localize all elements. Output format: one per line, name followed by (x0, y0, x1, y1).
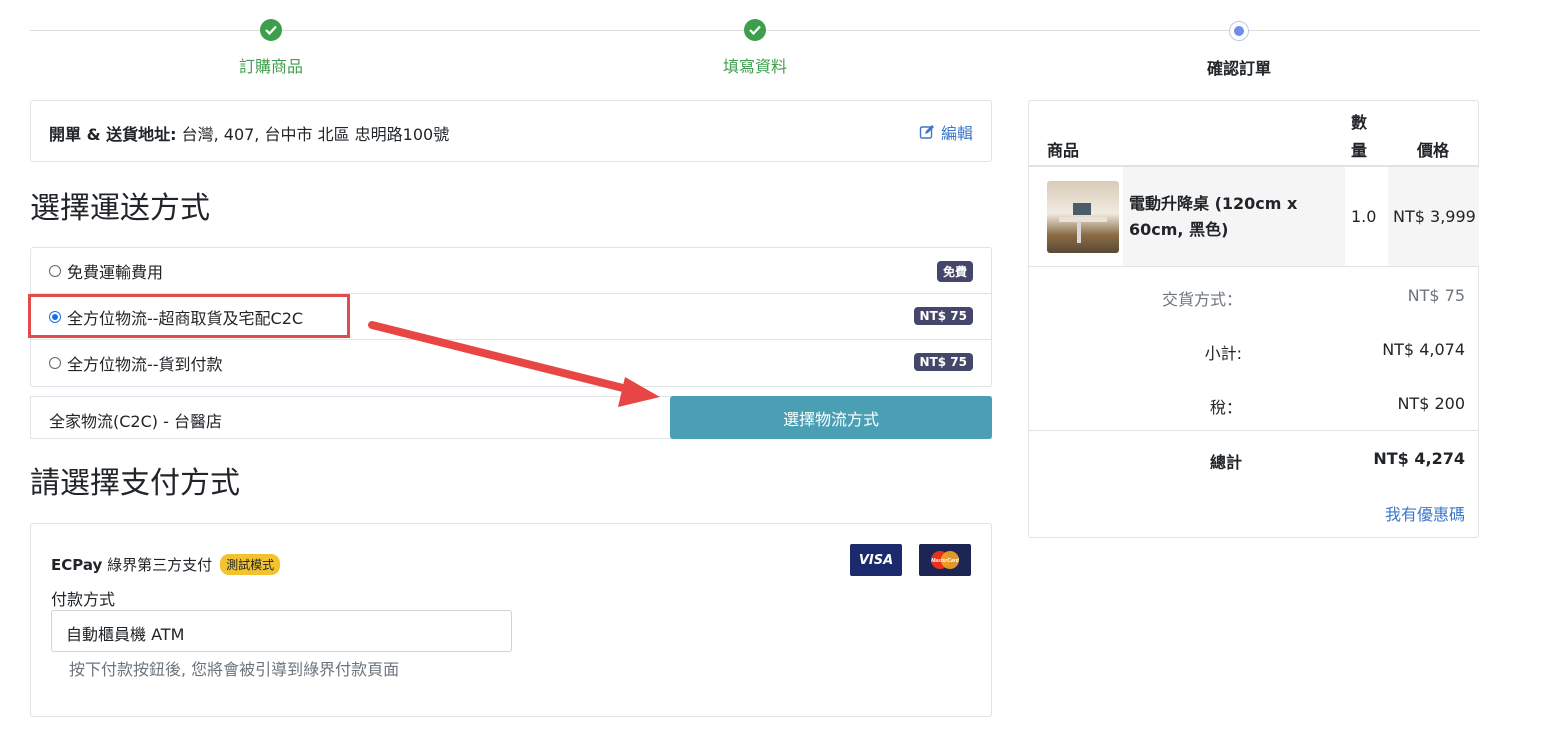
step-label: 確認訂單 (1206, 59, 1271, 78)
radio-button[interactable] (49, 357, 61, 369)
step-fill-info: 填寫資料 (675, 19, 835, 77)
step-order-products: 訂購商品 (191, 19, 351, 77)
check-icon (260, 19, 282, 41)
cart-item-row: 電動升降桌 (120cm x 60cm, 黑色) 1.0 NT$ 3,999 (1029, 167, 1479, 267)
address-panel: 開單 & 送貨地址: 台灣, 407, 台中市 北區 忠明路100號 編輯 (30, 100, 992, 162)
header-price: 價格 (1417, 141, 1450, 160)
mastercard-icon: MasterCard (919, 544, 971, 576)
mastercard-label: MasterCard (931, 558, 959, 564)
payment-brand: ECPay (51, 556, 103, 574)
step-label: 訂購商品 (238, 57, 303, 76)
price-badge: 免費 (936, 261, 973, 282)
highlight-annotation (28, 294, 350, 338)
edit-label: 編輯 (940, 124, 973, 143)
divider (1029, 430, 1478, 431)
summary-header: 商品 數量 價格 (1029, 101, 1478, 167)
check-icon (744, 19, 766, 41)
product-price: NT$ 3,999 (1393, 207, 1476, 226)
payment-provider: 綠界第三方支付 (107, 556, 213, 574)
total-label: 總計 (1209, 453, 1242, 472)
payment-method-label: 付款方式 (51, 590, 116, 609)
product-qty: 1.0 (1351, 207, 1377, 226)
shipping-option-free[interactable]: 免費運輸費用 免費 (31, 248, 991, 294)
shipping-option-cod[interactable]: 全方位物流--貨到付款 NT$ 75 (31, 340, 991, 386)
product-name: 電動升降桌 (120cm x 60cm, 黑色) (1129, 194, 1298, 239)
radio-button[interactable] (49, 264, 61, 277)
payment-heading: 請選擇支付方式 (30, 466, 240, 501)
header-qty: 數量 (1351, 113, 1368, 160)
order-summary: 商品 數量 價格 電動升降桌 (120cm x 60cm, 黑色) 1.0 NT… (1028, 100, 1479, 538)
step-confirm-order: 確認訂單 (1159, 19, 1319, 79)
header-product: 商品 (1047, 141, 1080, 160)
payment-panel: ECPay 綠界第三方支付 測試模式 VISA MasterCard 付款方式 … (30, 523, 992, 717)
total-value: NT$ 4,274 (1373, 449, 1465, 468)
payment-hint: 按下付款按鈕後, 您將會被引導到綠界付款頁面 (69, 660, 400, 679)
coupon-link[interactable]: 我有優惠碼 (1385, 501, 1465, 525)
address-label: 開單 & 送貨地址: (49, 125, 177, 144)
shipping-option-label: 全方位物流--貨到付款 (67, 355, 223, 374)
shipping-heading: 選擇運送方式 (30, 191, 210, 226)
payment-method-select[interactable]: 自動櫃員機 ATM (51, 610, 512, 652)
product-image (1047, 181, 1119, 253)
tax-label: 稅： (1209, 398, 1242, 417)
step-label: 填寫資料 (722, 57, 787, 76)
test-mode-badge: 測試模式 (220, 554, 281, 575)
select-logistics-button[interactable]: 選擇物流方式 (670, 396, 992, 439)
current-step-icon (1229, 21, 1249, 41)
tax-value: NT$ 200 (1397, 394, 1465, 413)
edit-address-link[interactable]: 編輯 (919, 120, 973, 144)
subtotal-label: 小計: (1204, 344, 1242, 363)
address-value: 台灣, 407, 台中市 北區 忠明路100號 (181, 125, 450, 144)
shipping-option-label: 免費運輸費用 (67, 262, 164, 282)
subtotal-value: NT$ 4,074 (1382, 340, 1465, 359)
visa-card-icon: VISA (850, 544, 902, 576)
price-badge: NT$ 75 (913, 353, 973, 371)
price-badge: NT$ 75 (913, 307, 973, 325)
delivery-label: 交貨方式： (1161, 290, 1242, 309)
delivery-value: NT$ 75 (1407, 286, 1465, 305)
edit-icon (919, 125, 934, 139)
logistics-row: 全家物流(C2C) - 台醫店 選擇物流方式 (30, 396, 992, 439)
logistics-store: 全家物流(C2C) - 台醫店 (49, 412, 222, 431)
